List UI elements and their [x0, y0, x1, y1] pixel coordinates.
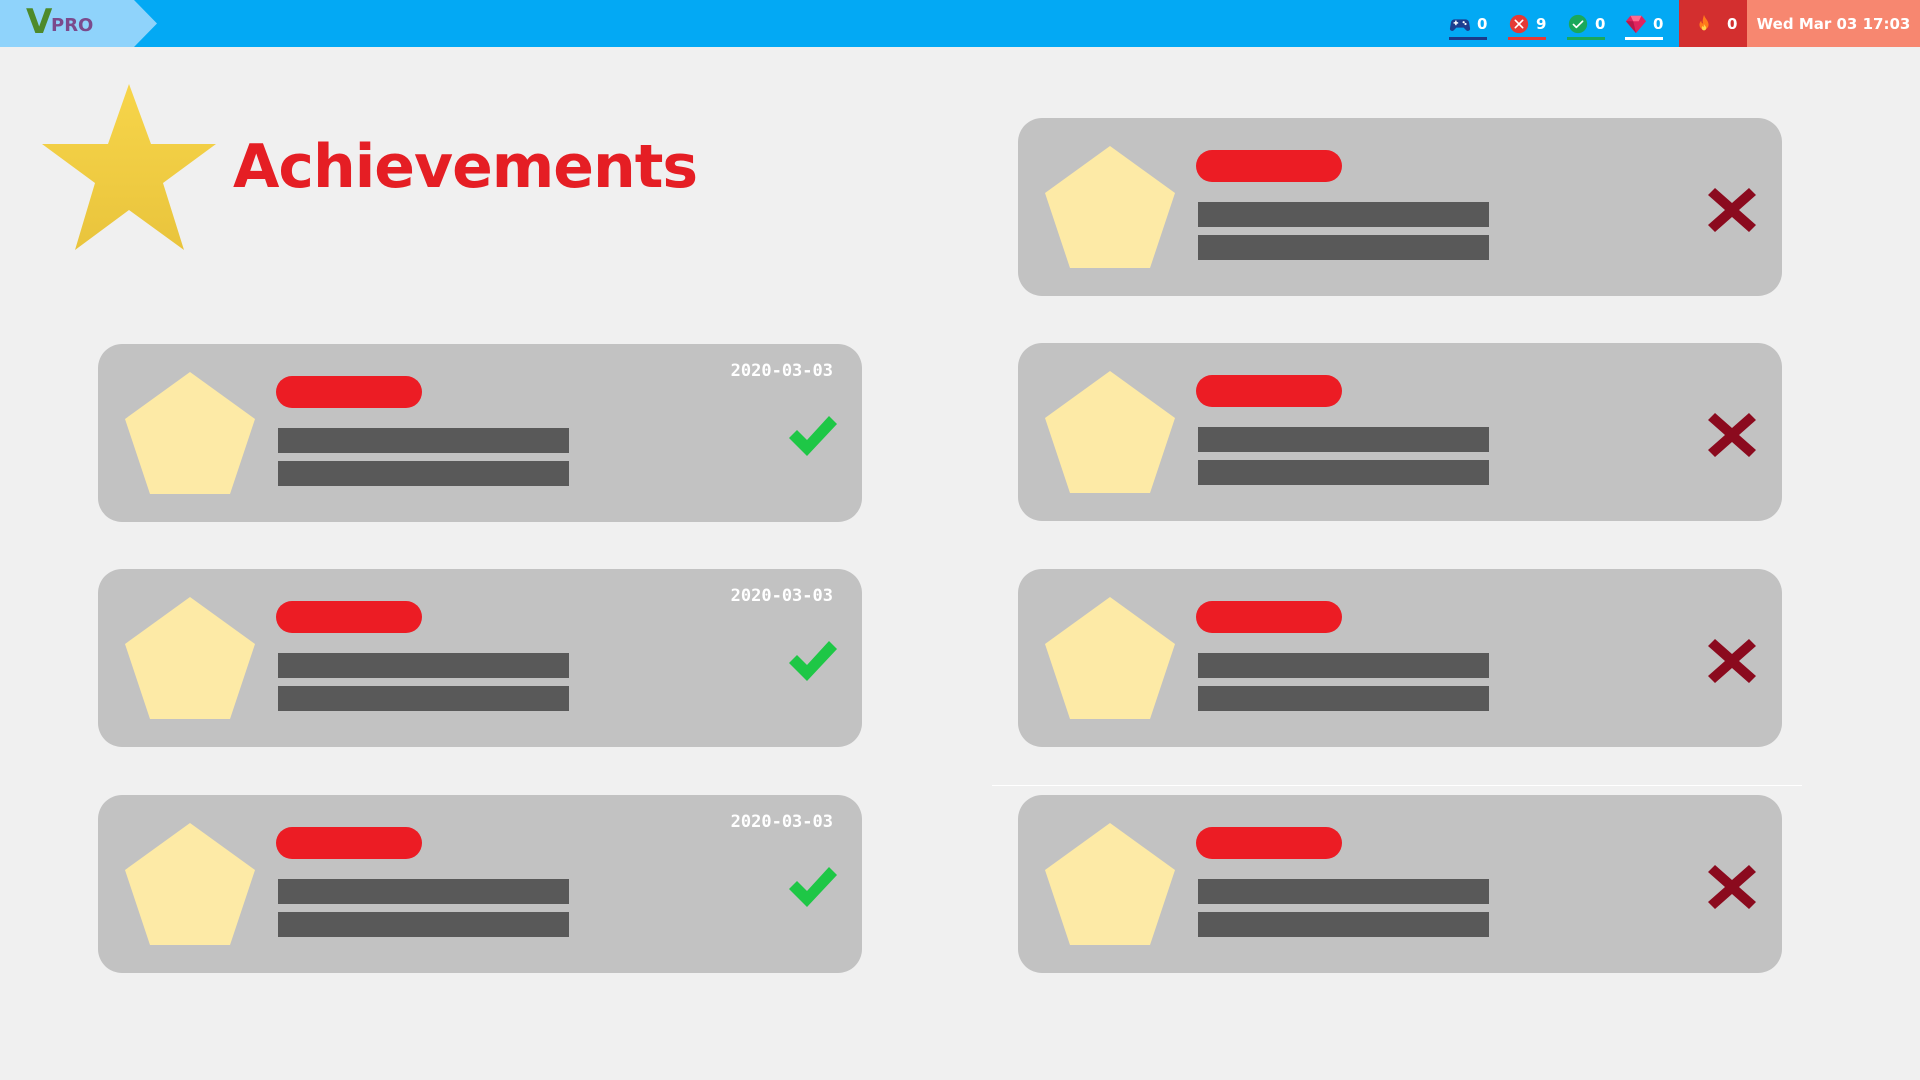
achievement-card[interactable]	[1018, 343, 1782, 521]
pentagon-icon	[1045, 146, 1175, 268]
achievement-date: 2020-03-03	[730, 361, 833, 381]
pentagon-icon	[1045, 597, 1175, 719]
achievement-description-placeholder	[1198, 427, 1489, 452]
achievement-date: 2020-03-03	[730, 586, 833, 606]
pentagon-icon	[125, 823, 255, 945]
achievement-description-placeholder	[1198, 653, 1489, 678]
cross-icon	[1708, 188, 1756, 232]
achievement-description-placeholder	[278, 461, 569, 486]
achievement-title-placeholder	[276, 376, 422, 408]
pentagon-icon	[125, 372, 255, 494]
achievement-card[interactable]: 2020-03-03	[98, 344, 862, 522]
cross-icon	[1708, 865, 1756, 909]
achievement-description-placeholder	[1198, 912, 1489, 937]
stat-games-value: 0	[1477, 14, 1488, 33]
logo-text-pro: PRO	[51, 15, 94, 36]
cross-icon	[1708, 413, 1756, 457]
achievement-card[interactable]	[1018, 569, 1782, 747]
stat-failed-underline	[1508, 37, 1547, 40]
achievement-description-placeholder	[278, 879, 569, 904]
top-bar: V PRO 0 9 0 0 0 Wed Mar 03 17:03	[0, 0, 1920, 47]
stat-games[interactable]: 0	[1449, 0, 1488, 47]
stat-failed-value: 9	[1536, 14, 1547, 33]
achievement-card[interactable]	[1018, 795, 1782, 973]
gem-icon	[1625, 15, 1647, 33]
stat-gems[interactable]: 0	[1625, 0, 1664, 47]
stat-gems-value: 0	[1653, 14, 1664, 33]
star-icon	[42, 84, 216, 250]
stat-passed-value: 0	[1595, 14, 1606, 33]
achievement-description-placeholder	[278, 912, 569, 937]
achievement-title-placeholder	[1196, 375, 1342, 407]
divider	[992, 785, 1802, 786]
checkmark-icon	[789, 641, 837, 681]
logo-letter-v: V	[26, 2, 53, 42]
achievement-description-placeholder	[278, 428, 569, 453]
pentagon-icon	[1045, 371, 1175, 493]
achievement-date: 2020-03-03	[730, 812, 833, 832]
stat-streak-value: 0	[1727, 14, 1738, 33]
checkmark-icon	[789, 416, 837, 456]
stat-passed[interactable]: 0	[1567, 0, 1606, 47]
achievement-description-placeholder	[1198, 879, 1489, 904]
app-logo[interactable]: V PRO	[0, 0, 157, 47]
stat-games-underline	[1449, 37, 1488, 40]
achievement-description-placeholder	[278, 653, 569, 678]
cross-icon	[1708, 639, 1756, 683]
achievement-description-placeholder	[1198, 686, 1489, 711]
achievement-description-placeholder	[1198, 202, 1489, 227]
check-circle-icon	[1568, 14, 1588, 33]
achievement-card[interactable]: 2020-03-03	[98, 795, 862, 973]
achievement-description-placeholder	[1198, 235, 1489, 260]
achievement-title-placeholder	[1196, 827, 1342, 859]
achievement-description-placeholder	[1198, 460, 1489, 485]
achievement-card[interactable]: 2020-03-03	[98, 569, 862, 747]
stat-passed-underline	[1567, 37, 1606, 40]
fire-icon	[1699, 14, 1709, 30]
page-title: Achievements	[233, 132, 698, 202]
achievement-title-placeholder	[1196, 601, 1342, 633]
achievement-title-placeholder	[276, 827, 422, 859]
stat-gems-underline	[1625, 37, 1664, 40]
achievement-title-placeholder	[1196, 150, 1342, 182]
achievement-description-placeholder	[278, 686, 569, 711]
clock: Wed Mar 03 17:03	[1747, 0, 1920, 47]
achievement-title-placeholder	[276, 601, 422, 633]
stat-failed[interactable]: 9	[1508, 0, 1547, 47]
checkmark-icon	[789, 867, 837, 907]
stat-streak-content: 0	[1693, 0, 1737, 47]
pentagon-icon	[1045, 823, 1175, 945]
achievement-card[interactable]	[1018, 118, 1782, 296]
x-circle-icon	[1509, 14, 1529, 33]
gamepad-icon	[1449, 18, 1471, 31]
stat-streak[interactable]: 0	[1679, 0, 1747, 47]
pentagon-icon	[125, 597, 255, 719]
